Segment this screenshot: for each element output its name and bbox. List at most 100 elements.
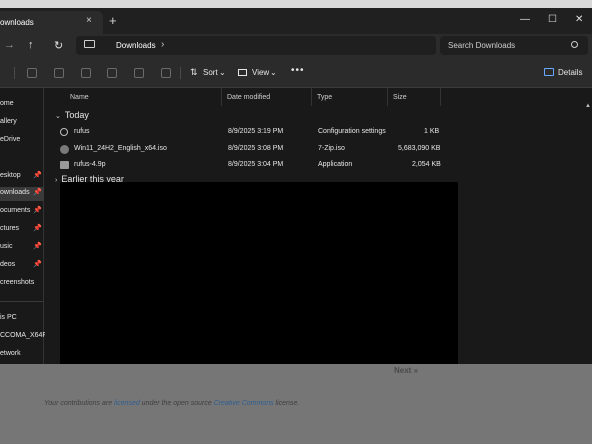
file-date: 8/9/2025 3:19 PM [228,128,284,135]
next-page-link[interactable]: Next » [394,366,418,375]
paste-icon[interactable] [81,68,91,78]
sort-button[interactable]: Sort [203,68,218,77]
sidebar-item-label: ctures [0,225,20,232]
column-divider[interactable] [221,88,222,106]
file-type: 7-Zip.iso [318,145,345,152]
command-bar: ⇅ Sort ⌄ View ⌄ ••• Details [0,58,592,88]
maximize-button[interactable]: ☐ [548,14,557,25]
computer-icon [84,40,95,48]
redacted-area [60,182,458,364]
sidebar-item-home[interactable]: ome [0,98,44,112]
sidebar-item-label: creenshots [0,279,35,286]
breadcrumb-downloads[interactable]: Downloads [116,41,156,50]
new-tab-button[interactable]: + [109,14,117,27]
file-row[interactable]: Win11_24H2_English_x64.iso 8/9/2025 3:08… [55,143,455,157]
file-type: Application [318,161,353,168]
delete-icon[interactable] [161,68,171,78]
sidebar-item-pictures[interactable]: ctures 📌 [0,223,44,237]
up-button[interactable]: ↑ [28,39,34,51]
sidebar-item-this-pc[interactable]: is PC [0,312,44,326]
sidebar-item-label: CCOMA_X64FI [0,332,49,339]
chevron-down-icon: ⌄ [55,113,61,120]
pin-icon: 📌 [33,207,42,214]
sidebar-item-onedrive[interactable]: eDrive [0,134,44,148]
sidebar-item-documents[interactable]: ocuments 📌 [0,205,44,219]
share-icon[interactable] [134,68,144,78]
license-footer: Your contributions are licensed under th… [44,400,299,407]
pin-icon: 📌 [33,225,42,232]
sort-chevron-down-icon[interactable]: ⌄ [219,68,226,77]
file-name: Win11_24H2_English_x64.iso [74,145,167,152]
sidebar-item-drive[interactable]: CCOMA_X64FI [0,330,49,344]
refresh-button[interactable]: ↻ [54,39,63,52]
tab-downloads[interactable]: ownloads × [0,11,103,34]
tab-title: ownloads [0,18,34,27]
search-icon [571,41,578,48]
sidebar-item-desktop[interactable]: esktop 📌 [0,170,44,184]
rename-icon[interactable] [107,68,117,78]
file-row[interactable]: rufus-4.9p 8/9/2025 3:04 PM Application … [55,159,455,173]
sort-icon: ⇅ [190,67,198,77]
file-explorer-window: ownloads × + — ☐ ✕ → ↑ ↻ Downloads › Sea… [0,8,592,364]
sidebar-item-label: esktop [0,172,21,179]
navigation-pane: ome allery eDrive esktop 📌 ownloads 📌 oc… [0,88,49,364]
search-box[interactable]: Search Downloads [440,36,588,55]
column-divider[interactable] [387,88,388,106]
creative-commons-link[interactable]: Creative Commons [214,400,274,407]
file-name: rufus [74,128,90,135]
title-bar: ownloads × + — ☐ ✕ [0,8,592,34]
view-icon [238,69,247,76]
forward-button[interactable]: → [4,39,15,51]
config-file-icon [60,128,68,136]
minimize-button[interactable]: — [520,14,530,25]
file-type: Configuration settings [318,128,386,135]
close-button[interactable]: ✕ [575,14,583,25]
file-size: 1 KB [424,128,440,135]
cut-icon[interactable] [27,68,37,78]
copy-icon[interactable] [54,68,64,78]
search-input[interactable]: Search Downloads [448,41,515,50]
file-size: 5,683,090 KB [398,145,441,152]
sidebar-item-network[interactable]: etwork [0,348,44,362]
footer-text: Your contributions are [44,400,115,407]
licensed-link[interactable]: licensed [114,400,140,407]
sidebar-item-label: usic [0,243,13,250]
column-header-size[interactable]: Size [393,94,407,101]
toolbar-divider [14,67,15,79]
column-header-name[interactable]: Name [70,94,89,101]
scroll-up-arrow-icon[interactable]: ▲ [585,103,591,109]
address-bar[interactable]: Downloads › [76,36,436,55]
sidebar-item-gallery[interactable]: allery [0,116,44,130]
view-button[interactable]: View [252,68,269,77]
details-button[interactable]: Details [558,68,582,77]
breadcrumb-chevron-icon[interactable]: › [161,39,164,50]
sidebar-item-videos[interactable]: deos 📌 [0,259,44,273]
sidebar-item-music[interactable]: usic 📌 [0,241,44,255]
redacted-area [100,182,220,210]
column-divider[interactable] [440,88,441,106]
sidebar-item-label: allery [0,118,17,125]
sidebar-item-label: etwork [0,350,21,357]
column-header-date[interactable]: Date modified [227,94,270,101]
chevron-right-icon: › [55,177,58,184]
sidebar-item-label: is PC [0,314,17,321]
sidebar-item-screenshots[interactable]: creenshots [0,277,44,291]
toolbar-divider [180,67,181,79]
application-icon [60,161,69,169]
column-divider[interactable] [311,88,312,106]
more-options-button[interactable]: ••• [291,65,305,76]
sidebar-item-downloads[interactable]: ownloads 📌 [0,187,44,201]
pin-icon: 📌 [33,243,42,250]
file-date: 8/9/2025 3:04 PM [228,161,284,168]
column-header-type[interactable]: Type [317,94,332,101]
file-date: 8/9/2025 3:08 PM [228,145,284,152]
sidebar-item-label: ownloads [0,189,30,196]
disc-image-icon [60,145,69,154]
group-header-today[interactable]: ⌄ Today [55,110,89,120]
view-chevron-down-icon[interactable]: ⌄ [270,68,277,77]
sidebar-item-label: deos [0,261,16,268]
file-row[interactable]: rufus 8/9/2025 3:19 PM Configuration set… [55,126,455,140]
pin-icon: 📌 [33,261,42,268]
file-name: rufus-4.9p [74,161,106,168]
tab-close-icon[interactable]: × [86,15,92,26]
